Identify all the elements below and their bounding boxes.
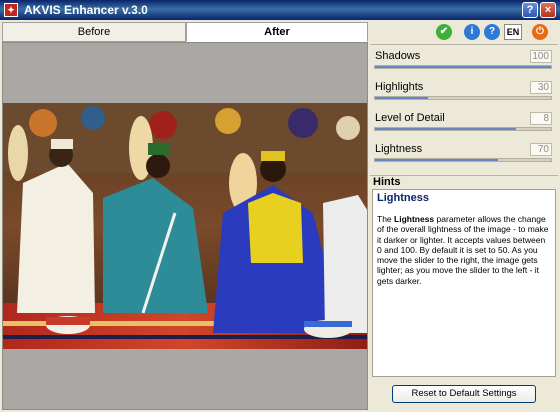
param-highlights: Highlights 30: [372, 81, 554, 105]
param-level-of-detail: Level of Detail 8: [372, 112, 554, 136]
param-slider[interactable]: [374, 158, 552, 162]
hints-text: The Lightness parameter allows the chang…: [377, 214, 551, 286]
slider-fill: [375, 128, 516, 130]
param-slider[interactable]: [374, 96, 552, 100]
toolbar: ✔ i ? EN ⏻: [370, 22, 558, 45]
info-icon[interactable]: i: [464, 24, 480, 40]
app-logo-icon: ✦: [4, 3, 18, 17]
reset-defaults-button[interactable]: Reset to Default Settings: [392, 385, 536, 403]
param-value-field[interactable]: 100: [530, 50, 552, 63]
param-value-field[interactable]: 30: [530, 81, 552, 94]
power-icon[interactable]: ⏻: [532, 24, 548, 40]
slider-fill: [375, 97, 428, 99]
tab-before[interactable]: Before: [2, 22, 186, 42]
hints-header: Hints: [370, 175, 558, 189]
slider-fill: [375, 159, 499, 161]
slider-fill: [375, 66, 551, 68]
photo-preview: [3, 103, 367, 349]
view-tabs: Before After: [2, 22, 368, 42]
param-slider[interactable]: [374, 127, 552, 131]
hints-text-bold: Lightness: [394, 214, 435, 224]
param-label: Lightness: [375, 143, 423, 155]
param-slider[interactable]: [374, 65, 552, 69]
image-canvas[interactable]: [2, 42, 368, 410]
hints-panel: Lightness The Lightness parameter allows…: [372, 189, 556, 377]
param-shadows: Shadows 100: [372, 50, 554, 74]
hints-text-prefix: The: [377, 214, 395, 224]
window-title: AKVIS Enhancer v.3.0: [24, 3, 148, 17]
hints-title: Lightness: [377, 192, 429, 204]
param-value-field[interactable]: 70: [530, 143, 552, 156]
param-value-field[interactable]: 8: [530, 112, 552, 125]
param-label: Level of Detail: [375, 112, 445, 124]
param-label: Highlights: [375, 81, 424, 93]
language-button[interactable]: EN: [504, 24, 522, 40]
window-help-button[interactable]: ?: [522, 2, 538, 18]
param-label: Shadows: [375, 50, 421, 62]
help-icon[interactable]: ?: [484, 24, 500, 40]
ok-check-icon[interactable]: ✔: [436, 24, 452, 40]
window-close-button[interactable]: ×: [540, 2, 556, 18]
title-bar: ✦ AKVIS Enhancer v.3.0 ? ×: [0, 0, 560, 20]
param-lightness: Lightness 70: [372, 143, 554, 167]
tab-after[interactable]: After: [186, 22, 368, 42]
hints-text-body: parameter allows the change of the overa…: [377, 214, 549, 286]
